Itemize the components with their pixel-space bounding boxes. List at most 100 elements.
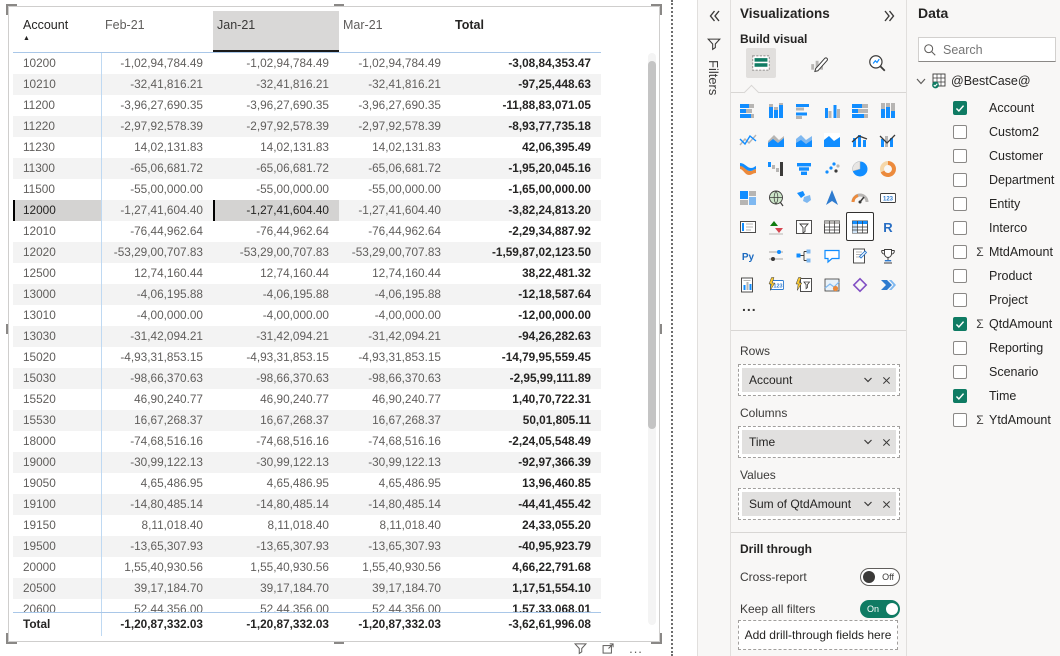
remove-field-icon[interactable] (878, 434, 894, 450)
field-row-ytdamount[interactable]: ΣYtdAmount (907, 408, 1060, 432)
matrix-total-cell[interactable]: -2,29,34,887.92 (451, 221, 601, 242)
area-chart-icon[interactable] (762, 125, 790, 154)
matrix-scrollbar[interactable] (648, 53, 656, 625)
matrix-row-header[interactable]: 13000 (13, 284, 101, 305)
resize-handle-top[interactable] (334, 4, 344, 6)
matrix-cell[interactable]: 16,67,268.37 (101, 410, 213, 431)
matrix-cell[interactable]: -2,97,92,578.39 (213, 116, 339, 137)
matrix-row-header[interactable]: 11500 (13, 179, 101, 200)
matrix-visual[interactable]: Account ▲ Feb-21 Jan-21 Mar-21 Total 102… (8, 6, 660, 642)
matrix-cell[interactable]: -1,27,41,604.40 (213, 200, 339, 221)
matrix-cell[interactable]: -1,27,41,604.40 (339, 200, 451, 221)
matrix-row-header[interactable]: 11230 (13, 137, 101, 158)
matrix-cell[interactable]: 39,17,184.70 (339, 578, 451, 599)
card-icon[interactable]: 123 (874, 183, 902, 212)
matrix-row-header[interactable]: 10210 (13, 74, 101, 95)
matrix-cell[interactable]: 12,74,160.44 (101, 263, 213, 284)
slicer-icon[interactable] (790, 212, 818, 241)
donut-chart-icon[interactable] (874, 154, 902, 183)
focus-mode-icon[interactable] (600, 641, 616, 656)
matrix-cell[interactable]: 14,02,131.83 (101, 137, 213, 158)
matrix-cell[interactable]: -32,41,816.21 (101, 74, 213, 95)
clustered-column-chart-icon[interactable] (818, 96, 846, 125)
field-row-reporting[interactable]: Reporting (907, 336, 1060, 360)
resize-handle-right[interactable] (660, 324, 662, 334)
field-row-scenario[interactable]: Scenario (907, 360, 1060, 384)
field-row-product[interactable]: Product (907, 264, 1060, 288)
matrix-cell[interactable]: -14,80,485.14 (339, 494, 451, 515)
column-header-account[interactable]: Account ▲ (13, 11, 101, 52)
matrix-total-cell[interactable]: -3,08,84,353.47 (451, 53, 601, 74)
matrix-cell[interactable]: -32,41,816.21 (213, 74, 339, 95)
matrix-total-cell[interactable]: -2,24,05,548.49 (451, 431, 601, 452)
matrix-row-header[interactable]: 19100 (13, 494, 101, 515)
checkbox-unchecked[interactable] (953, 149, 967, 163)
well-rows[interactable]: Account (738, 364, 900, 396)
100-stacked-column-chart-icon[interactable] (874, 96, 902, 125)
matrix-cell[interactable]: -65,06,681.72 (213, 158, 339, 179)
field-name[interactable]: Product (989, 269, 1032, 283)
checkbox-checked[interactable] (953, 389, 967, 403)
line-and-clustered-column-chart-icon[interactable] (874, 125, 902, 154)
matrix-cell[interactable]: -98,66,370.63 (339, 368, 451, 389)
matrix-cell[interactable]: -1,20,87,332.03 (101, 613, 213, 636)
matrix-row-header[interactable]: 12500 (13, 263, 101, 284)
matrix-cell[interactable]: -4,00,000.00 (213, 305, 339, 326)
matrix-row-header[interactable]: 20500 (13, 578, 101, 599)
field-name[interactable]: Reporting (989, 341, 1043, 355)
expand-filters-pane-icon[interactable] (706, 8, 722, 24)
field-row-mtdamount[interactable]: ΣMtdAmount (907, 240, 1060, 264)
matrix-cell[interactable]: -14,80,485.14 (213, 494, 339, 515)
scatter-chart-icon[interactable] (818, 154, 846, 183)
chevron-down-icon[interactable] (860, 434, 876, 450)
matrix-row-header[interactable]: 15030 (13, 368, 101, 389)
tab-analytics[interactable] (862, 48, 892, 78)
matrix-cell[interactable]: -74,68,516.16 (213, 431, 339, 452)
matrix-total-cell[interactable]: 38,22,481.32 (451, 263, 601, 284)
python-visual-icon[interactable]: Py (734, 241, 762, 270)
matrix-cell[interactable]: 12,74,160.44 (213, 263, 339, 284)
matrix-cell[interactable]: -1,02,94,784.49 (101, 53, 213, 74)
matrix-cell[interactable]: -30,99,122.13 (213, 452, 339, 473)
matrix-row-header[interactable]: 11200 (13, 95, 101, 116)
qa-visual-icon[interactable] (818, 241, 846, 270)
matrix-cell[interactable]: -2,97,92,578.39 (101, 116, 213, 137)
matrix-cell[interactable]: -31,42,094.21 (101, 326, 213, 347)
matrix-cell[interactable]: -53,29,00,707.83 (339, 242, 451, 263)
matrix-cell[interactable]: 46,90,240.77 (101, 389, 213, 410)
matrix-cell[interactable]: -53,29,00,707.83 (213, 242, 339, 263)
map-icon[interactable] (762, 183, 790, 212)
checkbox-unchecked[interactable] (953, 173, 967, 187)
matrix-cell[interactable]: 46,90,240.77 (339, 389, 451, 410)
matrix-total-cell[interactable]: 1,40,70,722.31 (451, 389, 601, 410)
data-search-box[interactable] (918, 37, 1056, 62)
paginated-report-icon[interactable] (734, 270, 762, 299)
field-row-project[interactable]: Project (907, 288, 1060, 312)
matrix-row-header[interactable]: 12020 (13, 242, 101, 263)
resize-handle-top-right[interactable] (651, 4, 662, 15)
checkbox-unchecked[interactable] (953, 221, 967, 235)
matrix-row-header[interactable]: 20000 (13, 557, 101, 578)
matrix-row-header[interactable]: 11220 (13, 116, 101, 137)
field-row-account[interactable]: Account (907, 96, 1060, 120)
matrix-row-header[interactable]: 19150 (13, 515, 101, 536)
smart-narrative-icon[interactable] (846, 241, 874, 270)
matrix-total-cell[interactable]: -44,41,455.42 (451, 494, 601, 515)
field-pill[interactable]: Time (742, 430, 896, 454)
matrix-cell[interactable]: -13,65,307.93 (101, 536, 213, 557)
matrix-row-header[interactable]: 13010 (13, 305, 101, 326)
arcgis-map-icon[interactable] (818, 270, 846, 299)
100-stacked-area-chart-icon[interactable] (818, 125, 846, 154)
checkbox-unchecked[interactable] (953, 341, 967, 355)
decomposition-tree-icon[interactable] (790, 241, 818, 270)
matrix-total-cell[interactable]: 1,17,51,554.10 (451, 578, 601, 599)
checkbox-unchecked[interactable] (953, 245, 967, 259)
gauge-icon[interactable] (846, 183, 874, 212)
matrix-cell[interactable]: -65,06,681.72 (101, 158, 213, 179)
field-name[interactable]: YtdAmount (989, 413, 1051, 427)
chevron-down-icon[interactable] (915, 75, 927, 87)
field-row-department[interactable]: Department (907, 168, 1060, 192)
matrix-cell[interactable]: -65,06,681.72 (339, 158, 451, 179)
matrix-cell[interactable]: 39,17,184.70 (213, 578, 339, 599)
matrix-cell[interactable]: 12,74,160.44 (339, 263, 451, 284)
